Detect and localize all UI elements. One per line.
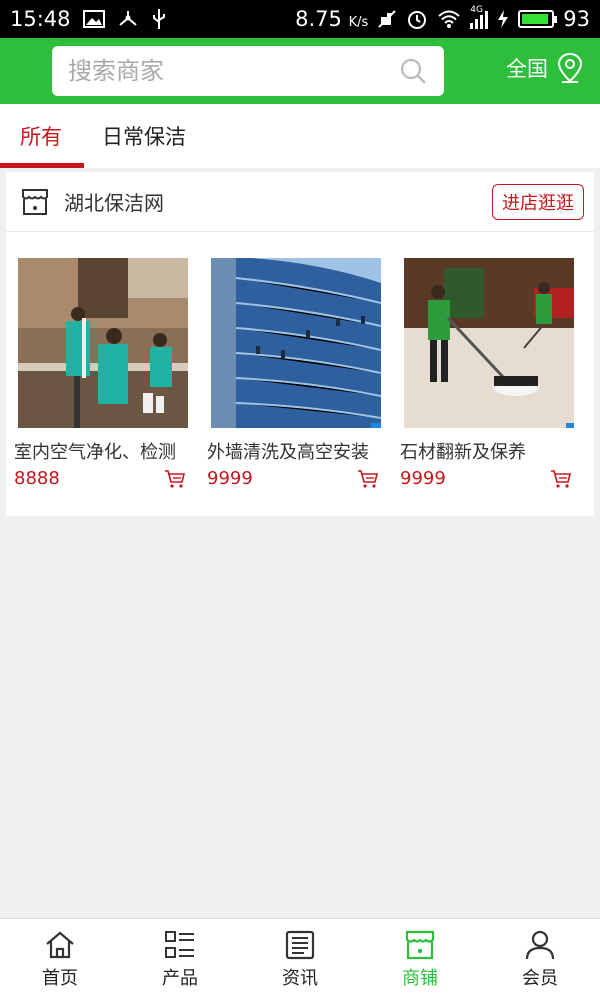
nav-news[interactable]: 资讯 <box>240 919 360 1000</box>
nav-label: 首页 <box>42 967 78 989</box>
product-image-indoor-cleaning[interactable] <box>18 258 188 428</box>
search-icon[interactable] <box>398 56 428 86</box>
home-icon <box>46 931 74 958</box>
tab-daily-cleaning[interactable]: 日常保洁 <box>82 104 206 168</box>
battery-icon <box>518 10 558 28</box>
header-bar: 全国 <box>0 38 600 104</box>
product-title[interactable]: 石材翻新及保养 <box>400 438 572 464</box>
share-notification-icon <box>118 11 137 26</box>
region-selector[interactable]: 全国 <box>506 52 584 84</box>
product-image-facade-cleaning[interactable] <box>211 258 381 428</box>
image-notification-icon <box>82 10 105 28</box>
product-price: 9999 <box>400 468 446 489</box>
visit-shop-button[interactable]: 进店逛逛 <box>492 183 584 220</box>
search-input[interactable] <box>68 57 398 85</box>
bottom-nav: 首页 产品 资讯 商铺 会员 <box>0 918 600 1000</box>
product-image-stone-care[interactable] <box>404 258 574 428</box>
cart-icon[interactable] <box>550 469 572 489</box>
nav-label: 产品 <box>162 967 198 989</box>
category-tabs: 所有 日常保洁 <box>0 104 600 168</box>
shop-card: 湖北保洁网 进店逛逛 室内空气净化、检测 8888 外墙清洗及高空安装 9999… <box>6 172 594 516</box>
battery-level: 93 <box>563 7 590 31</box>
tab-all[interactable]: 所有 <box>0 104 84 168</box>
mute-icon <box>378 10 396 28</box>
user-icon <box>525 930 555 959</box>
usb-icon <box>152 9 165 29</box>
shop-name: 湖北保洁网 <box>64 191 164 215</box>
location-pin-icon <box>557 52 583 83</box>
product-title[interactable]: 外墙清洗及高空安装 <box>207 438 379 464</box>
nav-label: 资讯 <box>282 967 318 989</box>
wifi-icon <box>438 10 460 28</box>
product-title[interactable]: 室内空气净化、检测 <box>14 438 186 464</box>
shop-header[interactable]: 湖北保洁网 进店逛逛 <box>6 172 594 232</box>
nav-home[interactable]: 首页 <box>0 919 120 1000</box>
store-icon <box>405 930 435 959</box>
nav-label: 商铺 <box>402 967 438 989</box>
net-speed: 8.75 K/s <box>295 7 369 31</box>
product-card[interactable]: 外墙清洗及高空安装 9999 <box>207 258 387 489</box>
cart-icon[interactable] <box>164 469 186 489</box>
news-icon <box>285 930 315 959</box>
product-card[interactable]: 石材翻新及保养 9999 <box>400 258 580 489</box>
search-box[interactable] <box>52 46 444 96</box>
store-icon <box>22 188 48 215</box>
product-price: 8888 <box>14 468 60 489</box>
region-label: 全国 <box>506 57 548 81</box>
list-icon <box>165 930 194 958</box>
product-card[interactable]: 室内空气净化、检测 8888 <box>14 258 194 489</box>
signal-icon: 4G <box>470 5 489 29</box>
nav-label: 会员 <box>522 967 558 989</box>
status-bar: 15:48 8.75 K/s 4G 93 <box>0 0 600 38</box>
nav-member[interactable]: 会员 <box>480 919 600 1000</box>
product-price: 9999 <box>207 468 253 489</box>
nav-products[interactable]: 产品 <box>120 919 240 1000</box>
cart-icon[interactable] <box>357 469 379 489</box>
charging-icon <box>498 10 509 28</box>
status-time: 15:48 <box>10 7 71 31</box>
alarm-icon <box>408 11 427 29</box>
product-list: 室内空气净化、检测 8888 外墙清洗及高空安装 9999 石材翻新及保养 99… <box>6 232 594 489</box>
nav-stores[interactable]: 商铺 <box>360 919 480 1000</box>
